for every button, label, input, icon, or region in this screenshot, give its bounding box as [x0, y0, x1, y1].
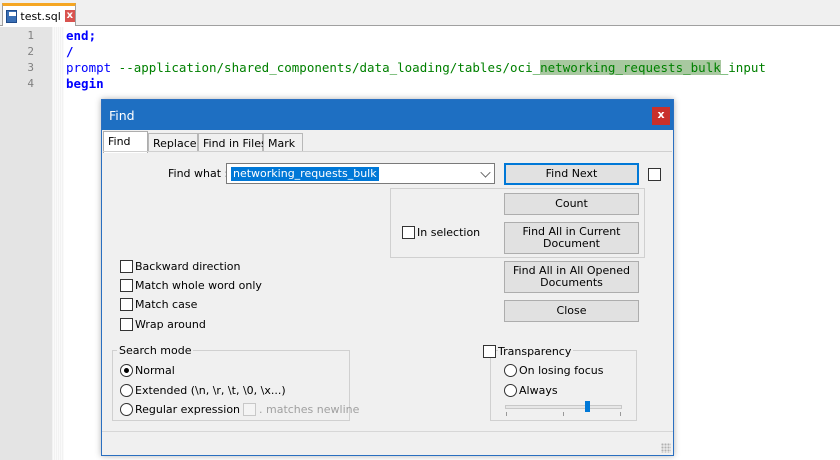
slider-tick — [563, 412, 564, 416]
wrap-around-label: Wrap around — [135, 318, 206, 331]
tab-find-in-files[interactable]: Find in Files — [198, 133, 267, 152]
regex-mode-label: Regular expression — [135, 403, 241, 416]
find-what-label: Find what : — [168, 167, 229, 180]
count-button[interactable]: Count — [504, 193, 639, 215]
line-number: 4 — [27, 77, 34, 90]
match-case-label: Match case — [135, 298, 198, 311]
close-tab-icon[interactable]: x — [64, 10, 75, 22]
tab-test-sql[interactable]: test.sql x — [2, 3, 76, 26]
slider-tick — [620, 412, 621, 416]
line-number-gutter: 1 2 3 4 — [0, 27, 52, 460]
code-line-1: end; — [66, 28, 96, 43]
match-whole-word-label: Match whole word only — [135, 279, 262, 292]
line-number: 2 — [27, 45, 34, 58]
find-all-opened-button[interactable]: Find All in All Opened Documents — [504, 261, 639, 293]
tab-mark[interactable]: Mark — [263, 133, 303, 152]
comment-path: --application/shared_components/data_loa… — [111, 60, 541, 75]
tab-replace[interactable]: Replace — [148, 133, 198, 152]
tab-label: test.sql — [20, 9, 61, 23]
close-button[interactable]: Close — [504, 300, 639, 322]
transparency-slider[interactable] — [505, 401, 622, 416]
normal-mode-radio[interactable] — [120, 364, 133, 377]
regex-mode-radio[interactable] — [120, 403, 133, 416]
extended-mode-radio[interactable] — [120, 384, 133, 397]
dialog-titlebar[interactable]: Find x — [102, 100, 673, 130]
dialog-close-icon[interactable]: x — [652, 107, 670, 125]
slider-thumb[interactable] — [585, 401, 590, 412]
dialog-status-bar — [102, 431, 673, 455]
match-whole-word-checkbox[interactable] — [120, 279, 133, 292]
find-next-button[interactable]: Find Next — [504, 163, 639, 185]
find-what-value: networking_requests_bulk — [231, 167, 379, 181]
on-losing-focus-label: On losing focus — [519, 364, 604, 377]
always-label: Always — [519, 384, 558, 397]
slider-tick — [506, 412, 507, 416]
wrap-around-checkbox[interactable] — [120, 318, 133, 331]
find-dialog: Find x Find Replace Find in Files Mark F… — [101, 99, 674, 456]
on-losing-focus-radio[interactable] — [504, 364, 517, 377]
comment-path-tail: _input — [720, 60, 766, 75]
tab-find[interactable]: Find — [103, 131, 148, 153]
always-radio[interactable] — [504, 384, 517, 397]
find-next-option-checkbox[interactable] — [648, 168, 661, 181]
code-line-2: / — [66, 44, 74, 59]
backward-direction-checkbox[interactable] — [120, 260, 133, 273]
document-tab-bar: test.sql x — [0, 0, 840, 26]
matches-newline-checkbox[interactable] — [243, 403, 256, 416]
transparency-label: Transparency — [498, 345, 574, 358]
normal-mode-label: Normal — [135, 364, 175, 377]
matches-newline-label: . matches newline — [259, 403, 360, 416]
in-selection-checkbox[interactable] — [402, 226, 415, 239]
search-mode-title: Search mode — [117, 344, 194, 357]
code-line-3: prompt --application/shared_components/d… — [66, 60, 766, 75]
line-number: 3 — [27, 61, 34, 74]
line-number: 1 — [27, 29, 34, 42]
keyword-end: end; — [66, 28, 97, 43]
find-what-input[interactable]: networking_requests_bulk — [226, 163, 495, 184]
transparency-checkbox[interactable] — [483, 345, 496, 358]
dialog-title: Find — [109, 108, 135, 123]
search-highlight: networking_requests_bulk — [540, 60, 721, 75]
floppy-save-icon — [6, 9, 18, 23]
find-all-current-button[interactable]: Find All in Current Document — [504, 222, 639, 254]
keyword-begin: begin — [66, 76, 104, 91]
code-line-4: begin — [66, 76, 104, 91]
extended-mode-label: Extended (\n, \r, \t, \0, \x...) — [135, 384, 286, 397]
match-case-checkbox[interactable] — [120, 298, 133, 311]
fold-margin[interactable] — [52, 27, 64, 460]
chevron-down-icon[interactable] — [480, 167, 491, 178]
backward-direction-label: Backward direction — [135, 260, 241, 273]
in-selection-label: In selection — [417, 226, 481, 239]
keyword-prompt: prompt — [66, 60, 112, 75]
slash-terminator: / — [66, 44, 74, 59]
resize-grip-icon[interactable] — [661, 443, 671, 453]
